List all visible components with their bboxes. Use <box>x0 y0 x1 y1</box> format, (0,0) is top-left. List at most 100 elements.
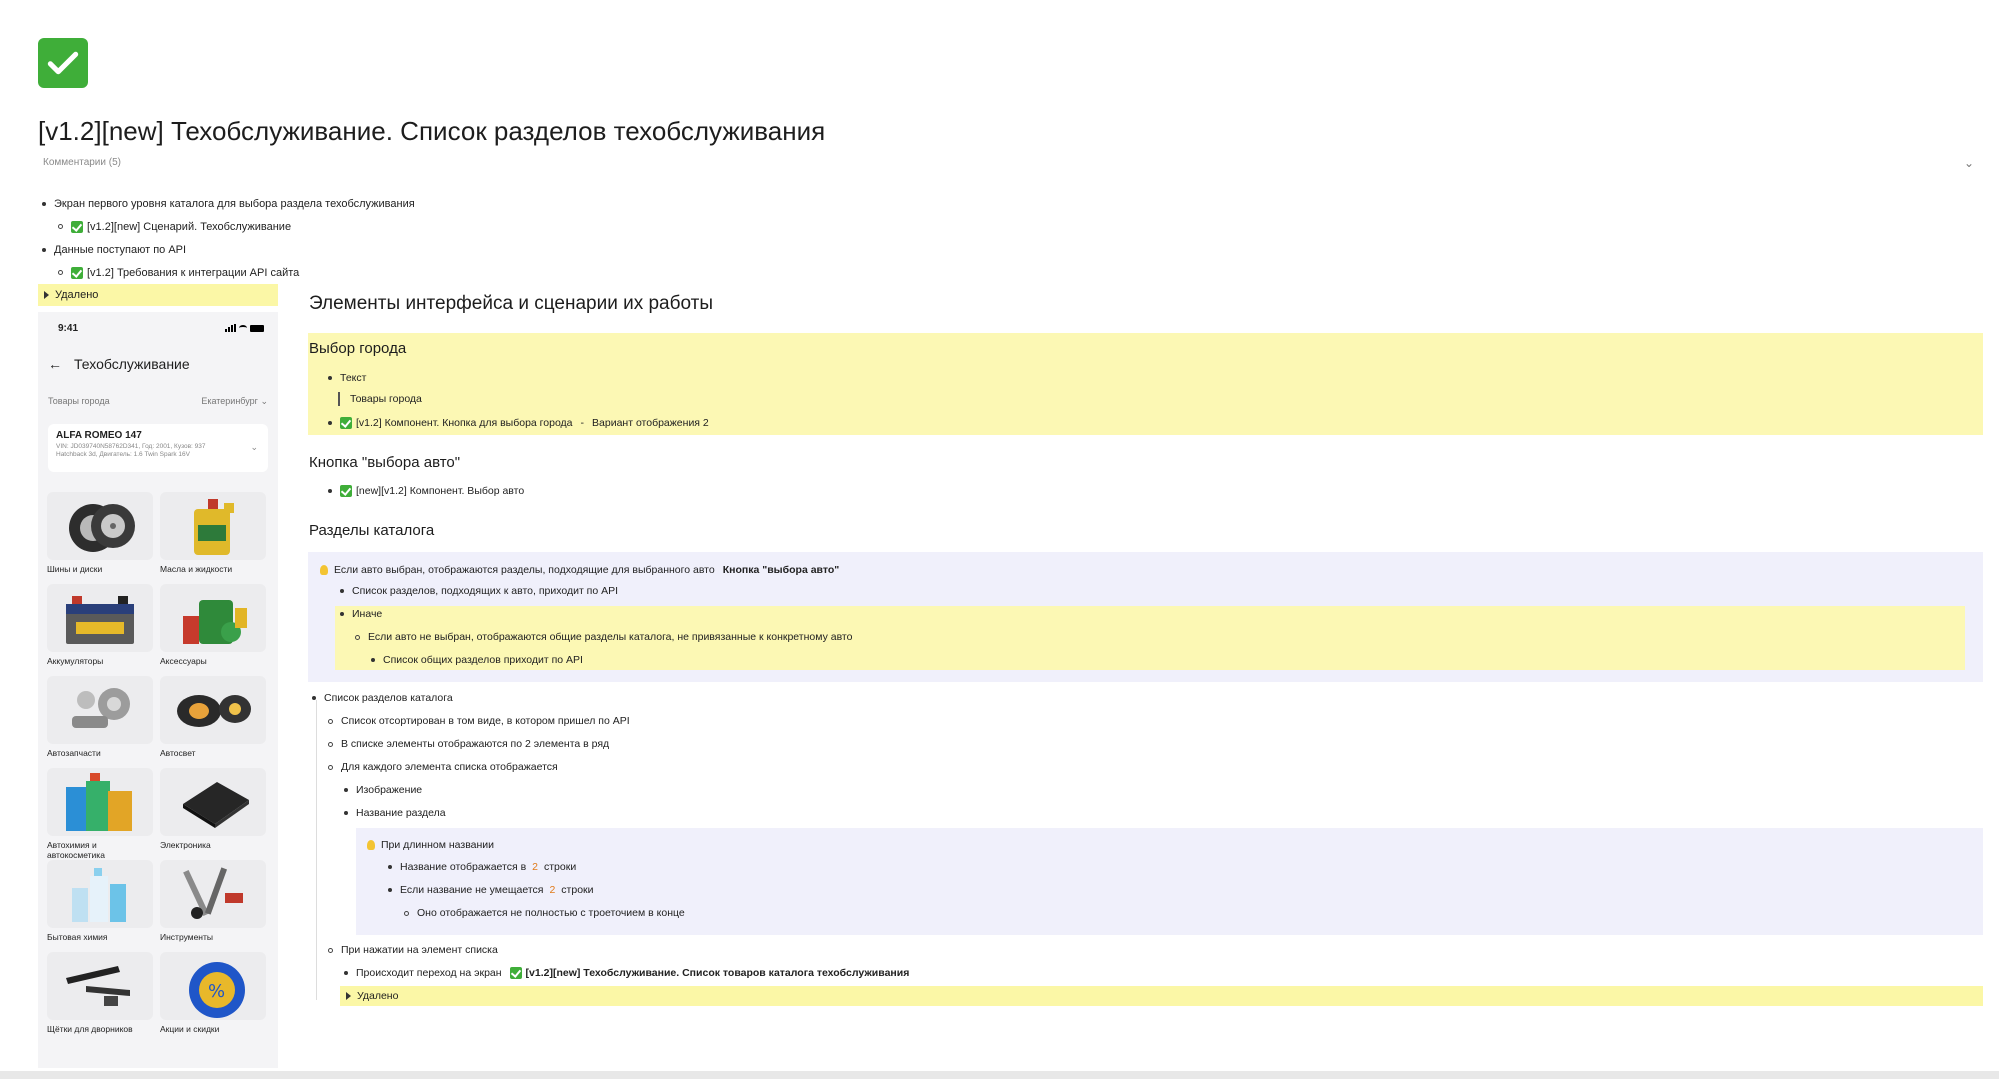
list-item-text: Название отображается в <box>400 861 527 873</box>
list-item: Текст <box>328 372 366 384</box>
page-link[interactable]: [v1.2] Требования к интеграции API сайта <box>87 267 299 279</box>
lightbulb-icon <box>367 840 375 850</box>
category-label: Масла и жидкости <box>160 564 233 574</box>
category-tile[interactable]: Масла и жидкости <box>160 492 266 584</box>
list-item: Список общих разделов приходит по API <box>371 654 583 666</box>
accessories-icon <box>160 584 266 652</box>
category-tile[interactable]: Электроника <box>160 768 266 860</box>
phone-title: Техобслуживание <box>74 356 190 372</box>
quote-text: Товары города <box>350 393 422 405</box>
check-icon <box>340 485 352 497</box>
list-item-text: строки <box>544 861 577 873</box>
category-tile[interactable]: Щётки для дворников <box>47 952 153 1044</box>
category-label: Щётки для дворников <box>47 1024 133 1034</box>
category-tile[interactable]: Аккумуляторы <box>47 584 153 676</box>
lines-count: 2 <box>549 884 556 896</box>
list-item-text: Оно отображается не полностью с троеточи… <box>417 907 685 919</box>
catalog-heading: Разделы каталога <box>309 522 435 539</box>
page-link[interactable]: [v1.2] Компонент. Кнопка для выбора горо… <box>356 417 573 429</box>
category-tile[interactable]: % Акции и скидки <box>160 952 266 1044</box>
city-heading: Выбор города <box>309 340 407 357</box>
list-item[interactable]: [v1.2] Требования к интеграции API сайта <box>42 261 415 284</box>
list-item-text: Список отсортирован в том виде, в которо… <box>341 715 630 727</box>
callout-line: Если авто выбран, отображаются разделы, … <box>320 564 839 576</box>
car-vin: VIN: JD039740N58762D341, Год: 2001, Кузо… <box>56 443 206 450</box>
household-chemicals-icon <box>47 860 153 928</box>
lightbulb-icon <box>320 565 328 575</box>
category-tile[interactable]: Шины и диски <box>47 492 153 584</box>
list-item-text: Название раздела <box>356 807 446 819</box>
category-label: Бытовая химия <box>47 932 108 942</box>
battery-status-icon <box>250 324 264 332</box>
page-link[interactable]: [v1.2][new] Сценарий. Техобслуживание <box>87 221 291 233</box>
callout-link[interactable]: Кнопка "выбора авто" <box>723 564 840 576</box>
list-item[interactable]: Происходит переход на экран [v1.2][new] Т… <box>344 967 909 979</box>
toggle-label: Удалено <box>357 990 399 1002</box>
city-selector[interactable]: Товары города Екатеринбург ⌄ <box>38 384 278 418</box>
deleted-toggle[interactable]: Удалено <box>340 986 1983 1006</box>
category-label: Электроника <box>160 840 211 850</box>
category-tile[interactable]: Инструменты <box>160 860 266 952</box>
car-engine: Hatchback 3d, Двигатель: 1.6 Twin Spark … <box>56 451 191 459</box>
category-label: Шины и диски <box>47 564 103 574</box>
category-label: Автохимия и автокосметика <box>47 840 105 861</box>
list-item: Если название не умещается 2 строки <box>388 884 594 896</box>
car-button-heading: Кнопка "выбора авто" <box>309 454 461 471</box>
list-item-text: Текст <box>340 372 367 384</box>
chevron-down-icon[interactable]: ⌄ <box>1964 156 1974 170</box>
category-tile[interactable]: Аксессуары <box>160 584 266 676</box>
list-item: Название раздела <box>344 807 446 819</box>
page-link[interactable]: [new][v1.2] Компонент. Выбор авто <box>356 485 524 497</box>
category-label: Автозапчасти <box>47 748 101 758</box>
category-tile[interactable]: Автосвет <box>160 676 266 768</box>
comments-link[interactable]: Комментарии (5) <box>43 157 121 168</box>
callout-text: Если авто выбран, отображаются разделы, … <box>334 564 715 576</box>
list-item-text: При нажатии на элемент списка <box>341 944 498 956</box>
page-link[interactable]: [v1.2][new] Техобслуживание. Список това… <box>526 967 910 979</box>
horizontal-scrollbar[interactable] <box>0 1071 1999 1079</box>
battery-icon <box>47 584 153 652</box>
wifi-icon <box>239 325 247 331</box>
list-item: Экран первого уровня каталога для выбора… <box>42 192 415 215</box>
status-time: 9:41 <box>58 322 79 334</box>
car-selector-card[interactable]: ALFA ROMEO 147 VIN: JD039740N58762D341, … <box>48 424 268 472</box>
category-tile[interactable]: Автохимия и автокосметика <box>47 768 153 860</box>
electronics-icon <box>160 768 266 836</box>
list-item: Название отображается в 2 строки <box>388 861 576 873</box>
deleted-toggle[interactable]: Удалено <box>38 284 278 306</box>
list-item-text: Список разделов каталога <box>324 692 453 704</box>
chemistry-icon <box>47 768 153 836</box>
list-item-text: Если название не умещается <box>400 884 544 896</box>
list-item[interactable]: [v1.2][new] Сценарий. Техобслуживание <box>42 215 415 238</box>
list-item: Список разделов каталога <box>312 692 453 704</box>
list-item: В списке элементы отображаются по 2 элем… <box>328 738 609 750</box>
category-tile[interactable]: Автозапчасти <box>47 676 153 768</box>
category-tile[interactable]: Бытовая химия <box>47 860 153 952</box>
list-item[interactable]: [new][v1.2] Компонент. Выбор авто <box>328 485 524 497</box>
back-arrow-icon[interactable]: ← <box>48 356 62 372</box>
list-item: Оно отображается не полностью с троеточи… <box>404 907 685 919</box>
intro-list: Экран первого уровня каталога для выбора… <box>42 192 415 284</box>
list-item: Список отсортирован в том виде, в которо… <box>328 715 630 727</box>
category-label: Инструменты <box>160 932 214 942</box>
list-item[interactable]: [v1.2] Компонент. Кнопка для выбора горо… <box>328 417 709 429</box>
headlight-icon <box>160 676 266 744</box>
chevron-down-icon: ⌄ <box>260 395 268 406</box>
parts-icon <box>47 676 153 744</box>
list-item: Изображение <box>344 784 422 796</box>
car-name: ALFA ROMEO 147 <box>56 430 142 441</box>
list-item-text: Иначе <box>352 608 383 620</box>
chevron-down-icon: ⌄ <box>250 442 258 452</box>
indent-guide <box>316 700 317 1000</box>
quote: Товары города <box>338 392 422 406</box>
category-label: Аксессуары <box>160 656 207 666</box>
status-bar: 9:41 <box>38 312 278 344</box>
toggle-label: Удалено <box>55 289 99 301</box>
wiper-icon <box>47 952 153 1020</box>
variant-link[interactable]: Вариант отображения 2 <box>592 417 709 429</box>
city-value: Екатеринбург <box>201 395 258 406</box>
city-label: Товары города <box>48 396 110 406</box>
check-icon <box>71 266 83 279</box>
check-icon <box>509 967 522 979</box>
category-label: Акции и скидки <box>160 1024 220 1034</box>
